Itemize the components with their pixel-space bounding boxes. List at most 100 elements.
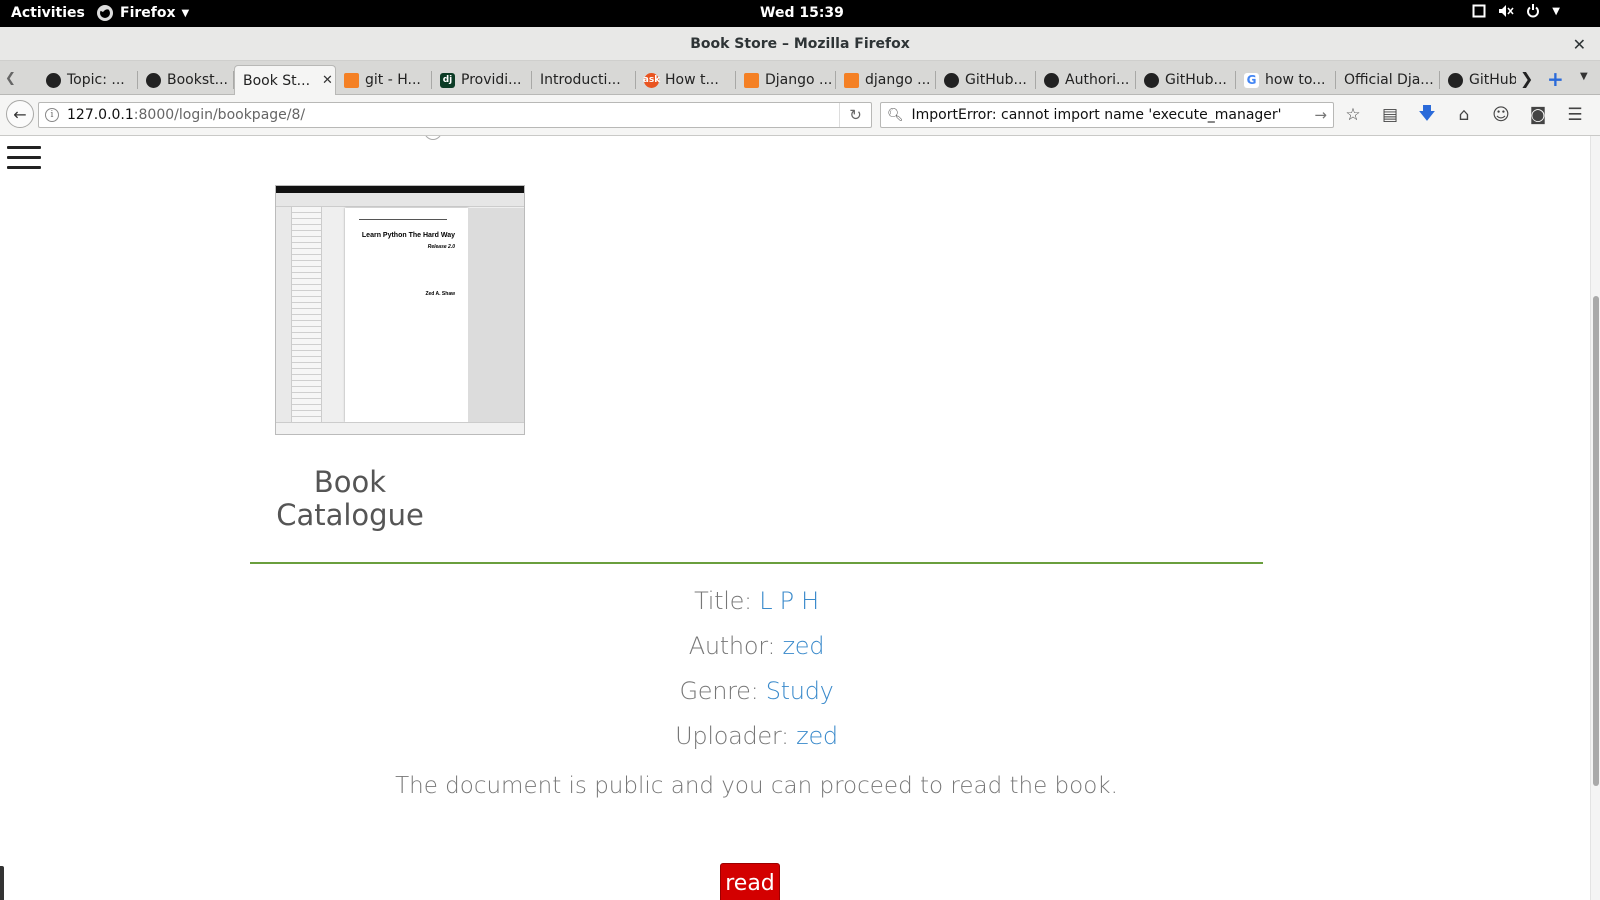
- system-top-bar: Activities Firefox ▼ Wed 15:39 ▼: [0, 0, 1600, 27]
- reload-icon[interactable]: ↻: [839, 103, 871, 127]
- firefox-icon: [97, 5, 113, 21]
- browser-tab[interactable]: django ...: [836, 65, 936, 95]
- volume-muted-icon: [1499, 5, 1514, 17]
- window-icon: [1472, 4, 1486, 18]
- uploader-label: Uploader:: [675, 722, 789, 750]
- title-link[interactable]: L P H: [759, 587, 819, 615]
- page-scrollbar[interactable]: [1590, 136, 1600, 900]
- tab-scroll-left-icon[interactable]: ❮: [5, 71, 16, 86]
- bookmark-star-icon[interactable]: ☆: [1342, 104, 1364, 126]
- author-link[interactable]: zed: [783, 632, 825, 660]
- close-window-icon[interactable]: ✕: [1573, 35, 1586, 54]
- askubuntu-icon: ask: [643, 72, 660, 88]
- tab-label: how to...: [1265, 72, 1326, 88]
- divider: [250, 562, 1263, 564]
- navigation-toolbar: ← i 127.0.0.1:8000/login/bookpage/8/ ↻ 🔍…: [0, 95, 1600, 136]
- tab-label: GitHub: [1469, 72, 1516, 88]
- chat-icon[interactable]: ☺: [1490, 104, 1512, 126]
- back-arrow-icon[interactable]: ←: [6, 100, 34, 128]
- browser-tab[interactable]: Topic: ...: [38, 65, 138, 95]
- tab-label: Authori...: [1065, 72, 1130, 88]
- github-icon: [1448, 72, 1463, 88]
- tab-label: django ...: [865, 72, 931, 88]
- toolbar-icons: ☆ ▤ 🡇 ⌂ ☺ ◙ ☰: [1342, 104, 1586, 126]
- title-label: Title:: [694, 587, 752, 615]
- system-tray[interactable]: ▼: [1472, 4, 1560, 18]
- reading-list-icon[interactable]: ▤: [1379, 104, 1401, 126]
- search-bar[interactable]: 🔍︎ ImportError: cannot import name 'exec…: [880, 102, 1334, 128]
- clock[interactable]: Wed 15:39: [760, 5, 844, 21]
- browser-tab[interactable]: dj Providi...: [432, 65, 532, 95]
- partial-icon: [424, 136, 442, 140]
- genre-row: Genre: Study: [250, 669, 1263, 714]
- genre-label: Genre:: [679, 677, 759, 705]
- github-icon: [944, 72, 959, 88]
- new-tab-icon[interactable]: +: [1547, 67, 1564, 91]
- pocket-icon[interactable]: ◙: [1527, 104, 1549, 126]
- url-bar[interactable]: i 127.0.0.1:8000/login/bookpage/8/ ↻: [38, 102, 872, 128]
- download-icon[interactable]: 🡇: [1416, 104, 1438, 126]
- browser-tab[interactable]: GitHub...: [936, 65, 1036, 95]
- tab-label: GitHub...: [1165, 72, 1227, 88]
- book-details: Title: L P H Author: zed Genre: Study Up…: [250, 579, 1263, 805]
- tab-label: GitHub...: [965, 72, 1027, 88]
- home-icon[interactable]: ⌂: [1453, 104, 1475, 126]
- access-notice: The document is public and you can proce…: [395, 773, 1118, 799]
- stackoverflow-icon: [344, 72, 359, 88]
- close-tab-icon[interactable]: ✕: [322, 73, 333, 88]
- tab-label: Book St...: [243, 72, 311, 89]
- github-icon: [46, 72, 61, 88]
- tab-label: Providi...: [461, 72, 522, 88]
- info-icon[interactable]: i: [45, 108, 59, 122]
- scrollbar-thumb[interactable]: [1593, 296, 1599, 786]
- search-input[interactable]: ImportError: cannot import name 'execute…: [912, 107, 1282, 123]
- browser-tab-active[interactable]: Book St... ✕: [234, 65, 336, 95]
- browser-tab[interactable]: Introducti...: [532, 65, 636, 95]
- uploader-link[interactable]: zed: [796, 722, 838, 750]
- browser-tab[interactable]: GitHub...: [1136, 65, 1236, 95]
- chevron-down-icon[interactable]: ▼: [1580, 71, 1588, 82]
- window-title-bar: Book Store – Mozilla Firefox ✕: [0, 27, 1600, 61]
- book-cover-image: Learn Python The Hard Way Release 2.0 Ze…: [275, 185, 525, 435]
- django-icon: dj: [440, 72, 455, 88]
- browser-tab[interactable]: G how to...: [1236, 65, 1336, 95]
- github-icon: [1144, 72, 1159, 88]
- tab-strip: ❮ Topic: ... Bookst... Book St... ✕ git …: [0, 61, 1600, 95]
- arrow-right-icon[interactable]: →: [1314, 106, 1327, 124]
- page-content: Learn Python The Hard Way Release 2.0 Ze…: [0, 136, 1600, 900]
- tab-label: Bookst...: [167, 72, 228, 88]
- stackoverflow-icon: [744, 72, 759, 88]
- url-path: :8000/login/bookpage/8/: [133, 107, 306, 123]
- power-icon: [1527, 4, 1540, 18]
- stackoverflow-icon: [844, 72, 859, 88]
- author-label: Author:: [688, 632, 776, 660]
- activities-button[interactable]: Activities: [11, 5, 85, 21]
- menu-icon[interactable]: ☰: [1564, 104, 1586, 126]
- browser-tab[interactable]: Official Dja...: [1336, 65, 1440, 95]
- app-menu[interactable]: Firefox ▼: [96, 4, 189, 22]
- browser-tab[interactable]: Bookst...: [138, 65, 234, 95]
- page-heading: Book Catalogue: [276, 465, 424, 532]
- chevron-down-icon: ▼: [181, 7, 190, 19]
- tab-label: Introducti...: [540, 72, 621, 88]
- read-button[interactable]: read: [720, 863, 780, 900]
- tab-label: Django ...: [765, 72, 833, 88]
- genre-link[interactable]: Study: [766, 677, 834, 705]
- browser-tab[interactable]: GitHub: [1440, 65, 1516, 95]
- browser-tab[interactable]: Authori...: [1036, 65, 1136, 95]
- cover-author: Zed A. Shaw: [425, 291, 455, 297]
- tab-scroll-right-icon[interactable]: ❯: [1520, 69, 1533, 88]
- cover-title: Learn Python The Hard Way: [361, 232, 455, 239]
- title-row: Title: L P H: [250, 579, 1263, 624]
- tab-label: git - H...: [365, 72, 421, 88]
- github-icon: [1044, 72, 1059, 88]
- browser-tab[interactable]: git - H...: [336, 65, 432, 95]
- browser-tab[interactable]: Django ...: [736, 65, 836, 95]
- window-title: Book Store – Mozilla Firefox: [690, 36, 910, 52]
- browser-tab[interactable]: ask How t...: [636, 65, 736, 95]
- tab-label: Topic: ...: [67, 72, 125, 88]
- google-icon: G: [1244, 72, 1259, 88]
- url-host: 127.0.0.1: [67, 107, 134, 123]
- hamburger-menu-icon[interactable]: [7, 146, 41, 172]
- tab-label: Official Dja...: [1344, 72, 1434, 88]
